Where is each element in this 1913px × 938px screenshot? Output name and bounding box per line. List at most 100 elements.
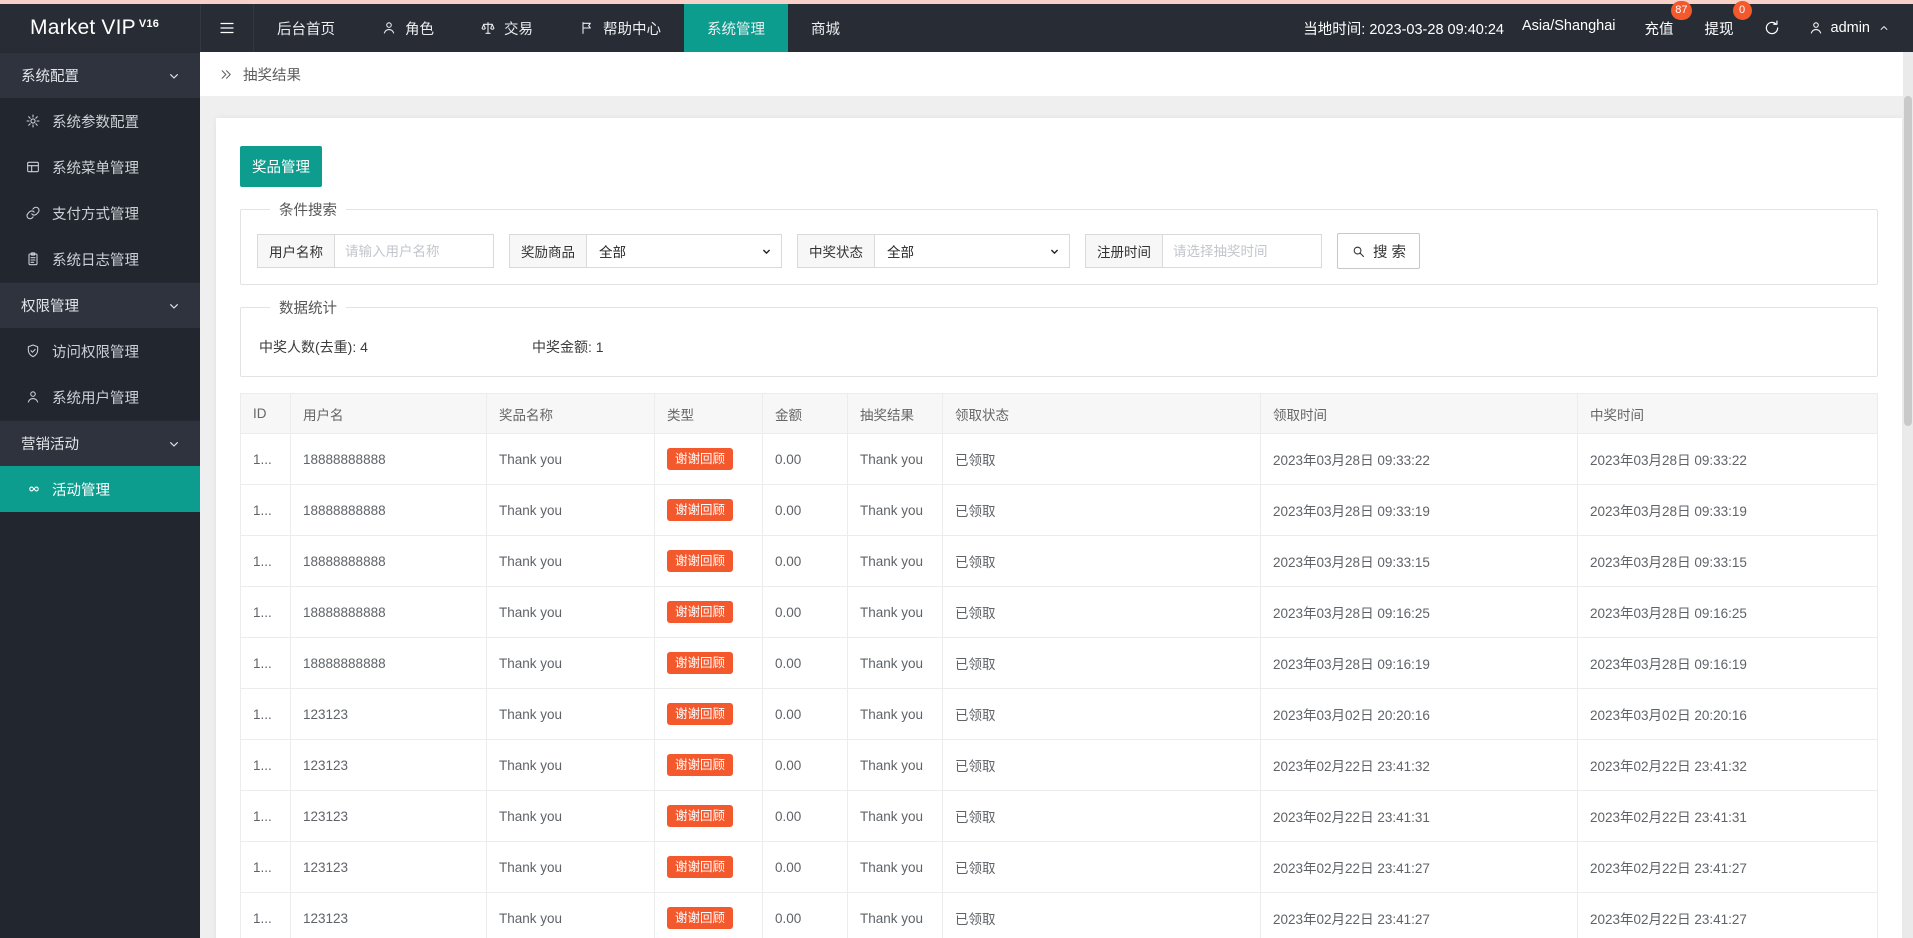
sidebar-toggle-button[interactable] [200, 4, 254, 52]
breadcrumb: 抽奖结果 [200, 52, 1913, 96]
cell-type_badge: 谢谢回顾 [654, 484, 763, 536]
recharge-link[interactable]: 充值 87 [1643, 0, 1692, 43]
type-badge: 谢谢回顾 [667, 753, 734, 777]
cell-amount: 0.00 [762, 790, 848, 842]
sidebar-group-label: 系统配置 [21, 69, 79, 85]
cell-win_time: 2023年02月22日 23:41:31 [1577, 790, 1878, 842]
cell-claim_time: 2023年02月22日 23:41:31 [1260, 790, 1578, 842]
layout-icon [25, 159, 41, 175]
withdraw-count-badge: 0 [1732, 0, 1752, 20]
cell-win_time: 2023年03月02日 20:20:16 [1577, 688, 1878, 740]
type-badge: 谢谢回顾 [667, 906, 734, 930]
search-fieldset: 条件搜索 用户名称奖励商品全部中奖状态全部注册时间搜 索 [240, 199, 1878, 285]
field-input[interactable] [1162, 234, 1322, 268]
cell-prize: Thank you [486, 739, 655, 791]
select-value: 全部 [599, 245, 626, 260]
sidebar-item-label: 系统参数配置 [52, 114, 139, 131]
sidebar-item[interactable]: 系统参数配置 [0, 98, 200, 144]
link-icon [25, 205, 41, 221]
nav-item-3[interactable]: 交易 [457, 4, 556, 52]
sidebar-item-label: 系统菜单管理 [52, 160, 139, 177]
sidebar-item[interactable]: 系统用户管理 [0, 374, 200, 420]
column-header: 奖品名称 [486, 393, 655, 434]
field-select[interactable]: 全部 [586, 234, 782, 268]
withdraw-link[interactable]: 提现 0 [1703, 0, 1752, 43]
sidebar-item[interactable]: 访问权限管理 [0, 328, 200, 374]
sidebar-item[interactable]: 系统日志管理 [0, 236, 200, 282]
cell-prize: Thank you [486, 637, 655, 689]
cell-id: 1... [240, 535, 291, 587]
gear-icon [25, 113, 41, 129]
column-header: 中奖时间 [1577, 393, 1878, 434]
cell-id: 1... [240, 892, 291, 938]
local-time: 当地时间: 2023-03-28 09:40:24 Asia/Shanghai [1303, 18, 1615, 39]
user-icon [1808, 20, 1824, 36]
sidebar-group-label: 营销活动 [21, 437, 79, 453]
chevron-down-icon [166, 298, 182, 314]
sidebar: 系统配置系统参数配置 系统菜单管理支付方式管理 系统日志管理权限管理访问权限管理系统… [0, 52, 200, 938]
cell-id: 1... [240, 433, 291, 485]
navbar-right: 当地时间: 2023-03-28 09:40:24 Asia/Shanghai … [1303, 0, 1913, 52]
sidebar-item[interactable]: 系统菜单管理 [0, 144, 200, 190]
column-header: 领取时间 [1260, 393, 1578, 434]
cell-type_badge: 谢谢回顾 [654, 892, 763, 938]
search-field-3: 中奖状态 全部 [797, 234, 1070, 268]
nav-item-4[interactable]: 帮助中心 [556, 4, 684, 52]
cell-claim_time: 2023年03月28日 09:33:15 [1260, 535, 1578, 587]
stat-item: 中奖人数(去重): 4 [259, 339, 368, 355]
sidebar-group-2[interactable]: 权限管理 [0, 282, 200, 328]
cell-id: 1... [240, 484, 291, 536]
cell-win_time: 2023年03月28日 09:33:22 [1577, 433, 1878, 485]
brand-logo[interactable]: Market VIP V16 [0, 4, 200, 52]
breadcrumb-text: 抽奖结果 [243, 67, 301, 84]
cell-prize: Thank you [486, 841, 655, 893]
cell-win_time: 2023年02月22日 23:41:27 [1577, 892, 1878, 938]
cell-amount: 0.00 [762, 739, 848, 791]
search-field-2: 奖励商品 全部 [509, 234, 782, 268]
scrollbar-thumb[interactable] [1904, 96, 1912, 426]
refresh-button[interactable] [1763, 19, 1781, 37]
withdraw-label: 提现 [1704, 21, 1734, 38]
field-label: 注册时间 [1085, 234, 1162, 268]
field-label: 奖励商品 [509, 234, 586, 268]
brand-version: V16 [138, 18, 160, 30]
table-row: 1... 123123 Thank you 谢谢回顾 0.00 Thank you 已领取 2… [240, 790, 1878, 842]
field-input[interactable] [334, 234, 494, 268]
chevron-down-icon [760, 245, 773, 258]
sidebar-item[interactable]: 支付方式管理 [0, 190, 200, 236]
user-menu[interactable]: admin [1808, 20, 1892, 36]
nav-item-6[interactable]: 商城 [788, 4, 863, 52]
sidebar-item[interactable]: 活动管理 [0, 466, 200, 512]
type-badge: 谢谢回顾 [667, 804, 734, 828]
top-navbar: Market VIP V16 后台首页 角色 交易 帮助中心 系统管理 商城 当地时间: 2… [0, 0, 1913, 52]
nav-item-1[interactable]: 后台首页 [254, 4, 358, 52]
cell-win_time: 2023年03月28日 09:33:15 [1577, 535, 1878, 587]
field-select[interactable]: 全部 [874, 234, 1070, 268]
sidebar-group-1[interactable]: 系统配置 [0, 52, 200, 98]
cell-claim_time: 2023年03月28日 09:33:19 [1260, 484, 1578, 536]
cell-claim_time: 2023年02月22日 23:41:32 [1260, 739, 1578, 791]
nav-item-label: 商城 [811, 21, 840, 38]
search-button-label: 搜 索 [1373, 244, 1407, 261]
cell-result: Thank you [847, 688, 943, 740]
cell-username: 18888888888 [290, 586, 487, 638]
person-icon [381, 20, 397, 36]
search-button[interactable]: 搜 索 [1337, 233, 1421, 269]
cell-result: Thank you [847, 637, 943, 689]
nav-item-5[interactable]: 系统管理 [684, 4, 788, 52]
cell-prize: Thank you [486, 586, 655, 638]
table-row: 1... 18888888888 Thank you 谢谢回顾 0.00 Thank yo… [240, 637, 1878, 689]
nav-item-2[interactable]: 角色 [358, 4, 457, 52]
sidebar-group-3[interactable]: 营销活动 [0, 420, 200, 466]
sidebar-group-label: 权限管理 [21, 299, 79, 315]
content-card: 奖品管理 条件搜索 用户名称奖励商品全部中奖状态全部注册时间搜 索 数据统计 中… [216, 118, 1902, 938]
cell-prize: Thank you [486, 484, 655, 536]
table-row: 1... 18888888888 Thank you 谢谢回顾 0.00 Thank yo… [240, 535, 1878, 587]
prize-manage-button[interactable]: 奖品管理 [240, 146, 322, 187]
cell-win_time: 2023年02月22日 23:41:27 [1577, 841, 1878, 893]
cell-amount: 0.00 [762, 535, 848, 587]
sidebar-item-label: 访问权限管理 [52, 344, 139, 361]
cell-status: 已领取 [942, 433, 1261, 485]
cell-claim_time: 2023年02月22日 23:41:27 [1260, 841, 1578, 893]
page-scrollbar[interactable] [1903, 52, 1913, 938]
